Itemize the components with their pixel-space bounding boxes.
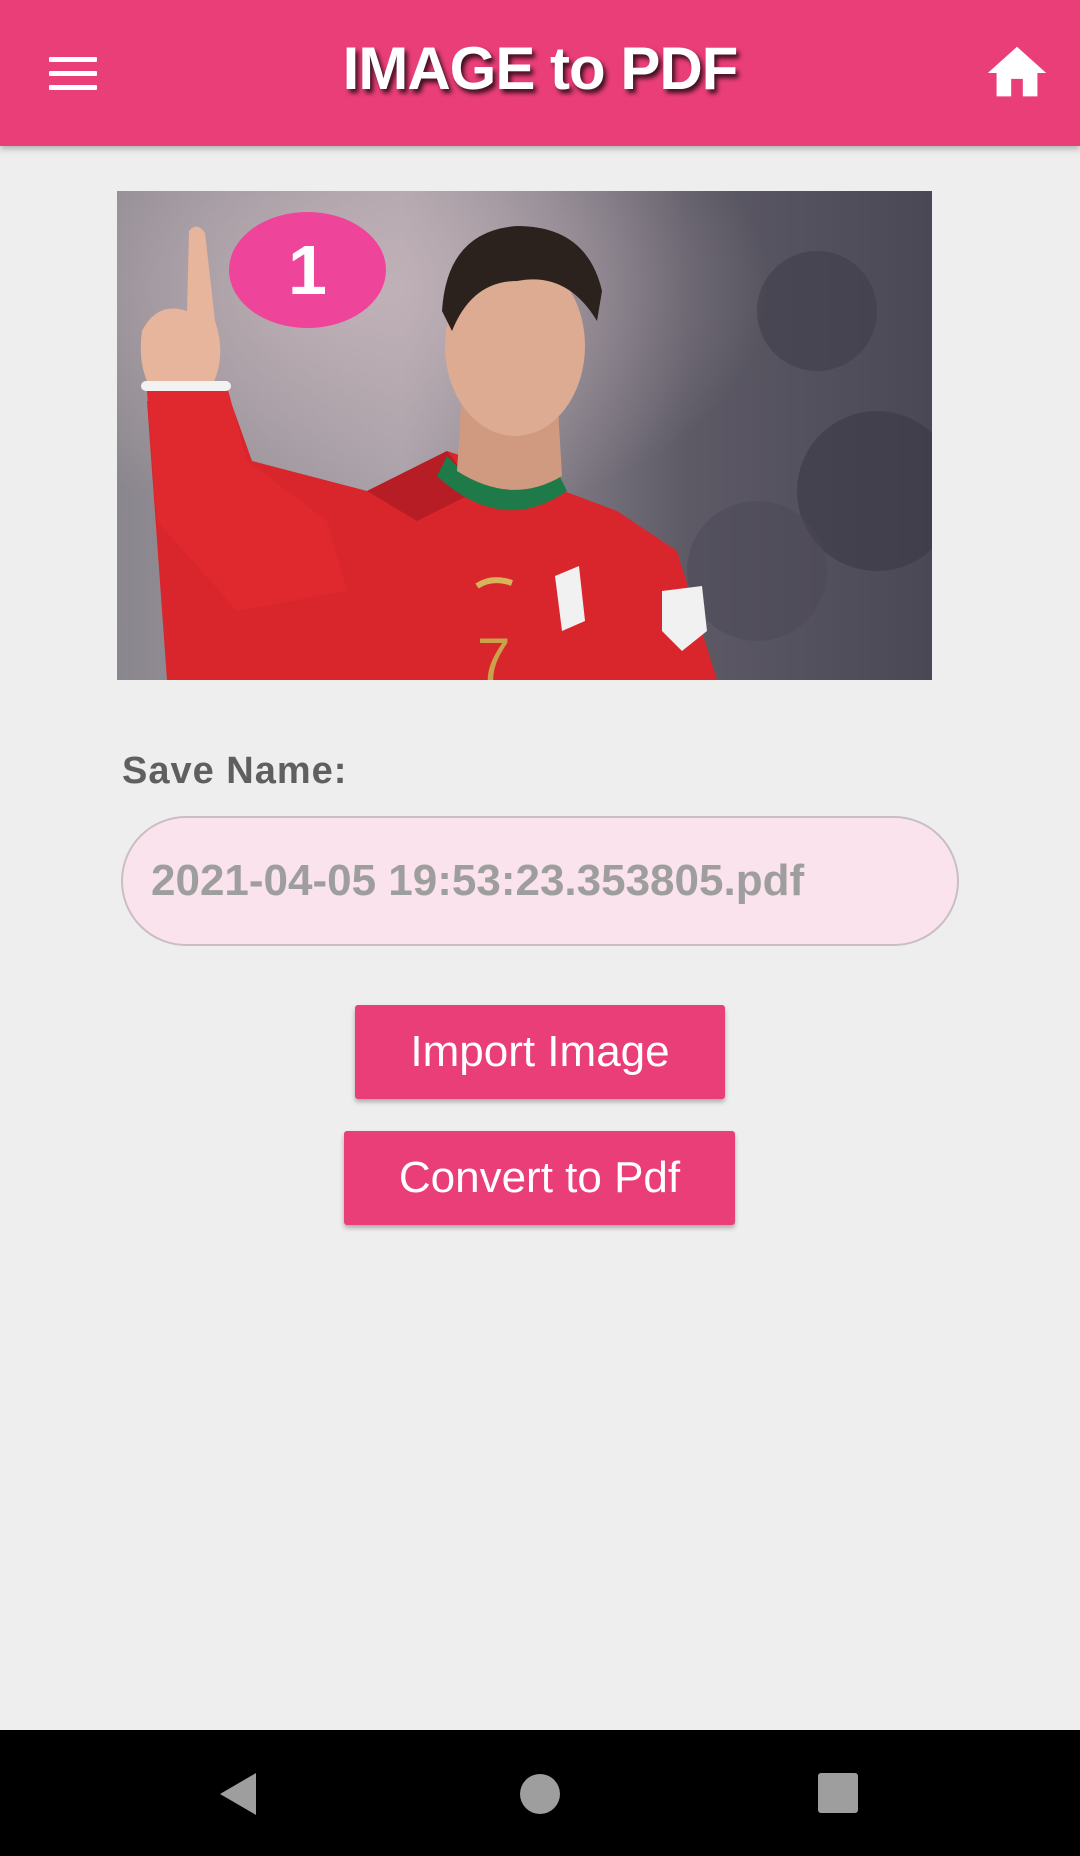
page-number-badge: 1	[229, 212, 386, 328]
save-name-label: Save Name:	[122, 750, 348, 792]
recents-square-icon[interactable]	[818, 1773, 858, 1813]
home-circle-icon[interactable]	[520, 1774, 560, 1814]
app-bar: IMAGE to PDF	[0, 0, 1080, 146]
page-title: IMAGE to PDF	[342, 35, 739, 102]
home-icon[interactable]	[982, 38, 1052, 108]
file-name-field[interactable]: 2021-04-05 19:53:23.353805.pdf	[121, 816, 959, 946]
convert-to-pdf-button[interactable]: Convert to Pdf	[344, 1131, 735, 1225]
image-preview: 7 1	[117, 191, 932, 680]
import-image-button[interactable]: Import Image	[355, 1005, 725, 1099]
svg-text:7: 7	[477, 626, 510, 680]
back-triangle-icon[interactable]	[216, 1771, 260, 1817]
